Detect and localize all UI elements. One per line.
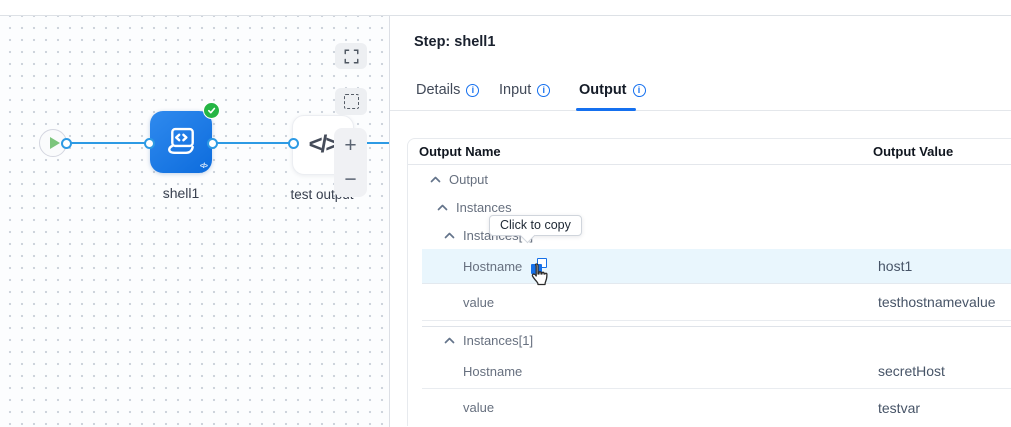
tab-input[interactable]: Input i <box>499 82 550 98</box>
tree-row-label: Instances[1] <box>463 333 533 348</box>
top-strip <box>0 0 1011 16</box>
shell-script-icon <box>163 124 199 160</box>
port-test-in[interactable] <box>288 138 299 149</box>
port-shell-out[interactable] <box>207 138 218 149</box>
workflow-canvas[interactable]: </> shell1 </> test output + − <box>0 16 389 427</box>
zoom-out-button[interactable]: − <box>334 163 367 198</box>
tree-row-label: Output <box>449 172 488 187</box>
chevron-up-icon[interactable] <box>444 337 455 344</box>
chevron-up-icon[interactable] <box>430 176 441 183</box>
mouse-cursor <box>528 262 552 290</box>
port-shell-in[interactable] <box>144 138 155 149</box>
chevron-up-icon[interactable] <box>444 232 455 239</box>
table-header: Output Name Output Value <box>408 139 1011 165</box>
edge-shell-to-test <box>212 142 293 145</box>
step-detail-panel: Step: shell1 Details i Input i Output i … <box>389 16 1011 427</box>
zoom-in-button[interactable]: + <box>334 128 367 163</box>
chevron-up-icon[interactable] <box>437 204 448 211</box>
fit-view-button[interactable] <box>335 43 367 69</box>
output-value[interactable]: secretHost <box>868 363 945 379</box>
output-row-hostname-1[interactable]: Hostname secretHost <box>422 354 1011 389</box>
column-header-output-value: Output Value <box>873 144 953 159</box>
selection-box-icon <box>344 94 359 109</box>
output-name-label: value <box>463 400 494 415</box>
output-row-value-0[interactable]: value testhostnamevalue <box>422 284 1011 321</box>
click-to-copy-tooltip: Click to copy <box>489 215 582 236</box>
tab-output-label: Output <box>579 82 627 98</box>
shell1-node-label: shell1 <box>150 185 212 201</box>
fullscreen-icon <box>344 49 359 64</box>
shell1-node[interactable]: </> <box>150 111 212 173</box>
tab-details[interactable]: Details i <box>416 82 479 98</box>
success-badge-icon <box>203 102 220 119</box>
output-row-hostname-0[interactable]: Hostname host1 <box>422 249 1011 284</box>
marquee-select-button[interactable] <box>335 88 367 115</box>
tab-input-label: Input <box>499 82 531 98</box>
tab-output[interactable]: Output i <box>579 82 646 98</box>
active-tab-underline <box>576 108 636 112</box>
play-icon <box>50 137 60 149</box>
tree-row-instances-1[interactable]: Instances[1] <box>422 327 1011 354</box>
output-name-label: Hostname <box>463 364 522 379</box>
output-value[interactable]: testvar <box>868 400 920 416</box>
panel-title: Step: shell1 <box>414 34 495 50</box>
tree-row-output[interactable]: Output <box>422 165 1011 193</box>
tabs-divider <box>390 110 1011 111</box>
tree-row-label: Instances <box>456 200 512 215</box>
code-mini-icon: </> <box>200 163 207 170</box>
info-icon[interactable]: i <box>633 84 646 97</box>
zoom-controls: + − <box>334 128 367 197</box>
output-value[interactable]: testhostnamevalue <box>868 294 996 310</box>
output-name-label: Hostname <box>463 259 522 274</box>
output-name-label: value <box>463 295 494 310</box>
output-row-value-1[interactable]: value testvar <box>422 389 1011 426</box>
info-icon[interactable]: i <box>537 84 550 97</box>
column-header-output-name: Output Name <box>419 144 873 159</box>
info-icon[interactable]: i <box>466 84 479 97</box>
port-start-out[interactable] <box>61 138 72 149</box>
output-table: Output Name Output Value Output Instance… <box>407 138 1011 426</box>
output-value[interactable]: host1 <box>868 258 912 274</box>
edge-start-to-shell <box>66 142 150 145</box>
tab-details-label: Details <box>416 82 460 98</box>
